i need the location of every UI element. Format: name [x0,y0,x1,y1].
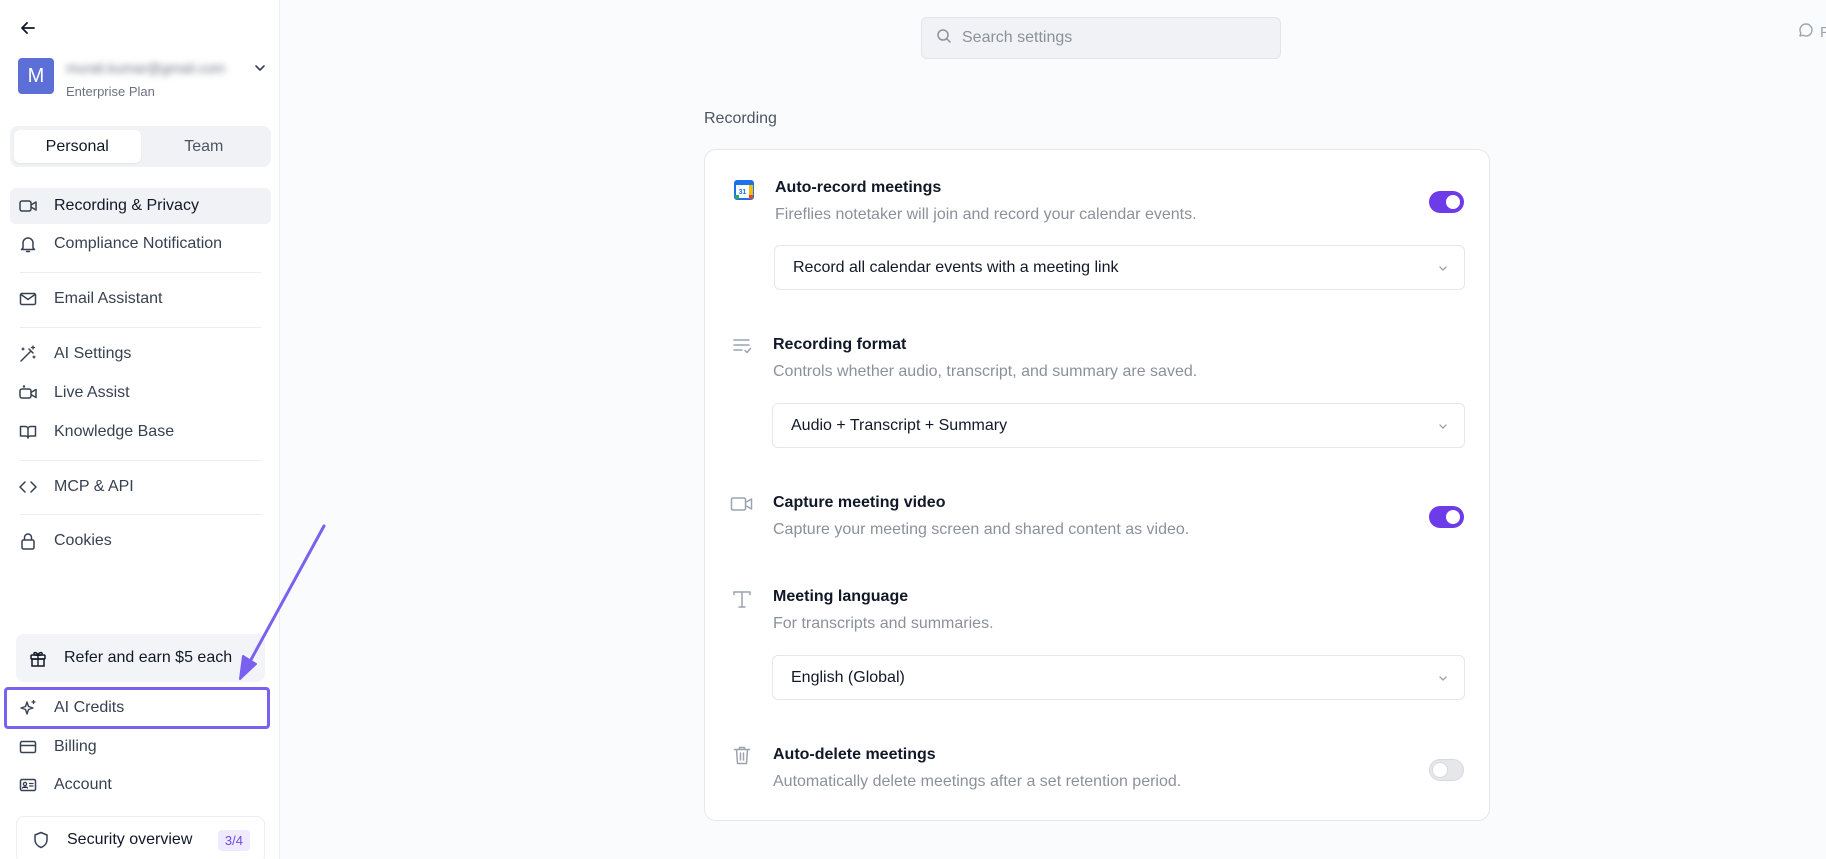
sidebar-item-label: MCP & API [54,478,134,495]
sidebar-item-email-assistant[interactable]: Email Assistant [10,281,271,317]
divider [20,460,262,461]
auto-record-select[interactable]: Record all calendar events with a meetin… [774,245,1465,290]
tab-personal[interactable]: Personal [14,130,141,163]
sidebar-item-label: AI Settings [54,345,132,362]
sidebar-item-billing[interactable]: Billing [10,729,271,765]
sidebar-item-compliance-notification[interactable]: Compliance Notification [10,226,271,262]
sidebar-item-account[interactable]: Account [10,767,271,803]
select-value: Record all calendar events with a meetin… [793,258,1119,276]
sidebar-item-live-assist[interactable]: Live Assist [10,375,271,411]
text-icon [730,587,754,611]
search-bar[interactable] [921,17,1281,59]
tab-team[interactable]: Team [141,130,268,163]
chevron-down-icon [1439,424,1447,429]
video-icon [18,196,38,216]
sidebar: M murali.kumar@gmail.com Enterprise Plan… [0,0,280,859]
code-icon [18,477,38,497]
sidebar-item-label: Email Assistant [54,290,163,307]
row-desc-capture-video: Capture your meeting screen and shared c… [773,521,1190,538]
gift-icon [28,648,48,668]
divider [20,272,262,273]
svg-text:31: 31 [739,189,747,196]
book-icon [18,422,38,442]
lock-icon [18,531,38,551]
chat-bubble-icon [1798,22,1814,42]
refer-and-earn-button[interactable]: Refer and earn $5 each [16,634,265,682]
google-calendar-icon: 31 [732,178,756,202]
row-desc-meeting-language: For transcripts and summaries. [773,615,994,632]
auto-delete-toggle[interactable] [1429,759,1464,781]
recording-format-select[interactable]: Audio + Transcript + Summary [772,403,1465,448]
row-title-capture-video: Capture meeting video [773,494,946,511]
sidebar-item-ai-settings[interactable]: AI Settings [10,336,271,372]
credit-card-icon [18,737,38,757]
account-switcher[interactable]: M murali.kumar@gmail.com Enterprise Plan [18,58,268,102]
feedback-button[interactable]: F [1798,22,1826,42]
sidebar-item-recording-privacy[interactable]: Recording & Privacy [10,188,271,224]
row-title-meeting-language: Meeting language [773,588,909,605]
meeting-language-select[interactable]: English (Global) [772,655,1465,700]
section-title: Recording [704,110,777,127]
sidebar-item-label: Compliance Notification [54,235,223,252]
avatar: M [18,58,54,94]
mail-icon [18,289,38,309]
live-video-icon [18,383,38,403]
row-title-auto-record: Auto-record meetings [775,179,942,196]
search-icon [936,28,952,49]
chevron-down-icon [1439,266,1447,271]
list-check-icon [730,334,754,358]
video-icon [730,492,754,516]
bell-icon [18,234,38,254]
sidebar-item-label: Recording & Privacy [54,197,199,214]
sidebar-item-knowledge-base[interactable]: Knowledge Base [10,414,271,450]
shield-icon [31,830,51,850]
auto-record-toggle[interactable] [1429,191,1464,213]
account-plan: Enterprise Plan [66,84,155,99]
id-card-icon [18,775,38,795]
highlight-box [4,687,270,729]
divider [20,327,262,328]
refer-label: Refer and earn $5 each [64,649,233,666]
status-badge: 3/4 [217,829,250,851]
sidebar-item-label: Cookies [54,532,112,549]
row-desc-auto-record: Fireflies notetaker will join and record… [775,206,1197,223]
sidebar-item-label: Live Assist [54,384,130,401]
select-value: Audio + Transcript + Summary [791,416,1008,434]
chevron-down-icon [1439,676,1447,681]
security-label: Security overview [67,831,193,848]
divider [20,514,262,515]
row-title-recording-format: Recording format [773,336,907,353]
security-overview[interactable]: Security overview 3/4 [16,816,265,859]
settings-card: 31 Auto-record meetings Fireflies noteta… [704,149,1490,821]
sidebar-item-label: Billing [54,738,97,755]
account-email: murali.kumar@gmail.com [66,60,225,76]
wand-icon [18,344,38,364]
sidebar-item-label: Account [54,776,112,793]
sidebar-item-mcp-api[interactable]: MCP & API [10,469,271,505]
row-desc-auto-delete: Automatically delete meetings after a se… [773,773,1182,790]
search-input[interactable] [962,29,1262,47]
back-arrow-icon[interactable] [16,16,40,40]
chevron-down-icon[interactable] [252,60,268,76]
select-value: English (Global) [791,668,905,686]
feedback-label: F [1820,23,1826,41]
trash-icon [730,743,754,767]
scope-tabs: Personal Team [10,126,271,167]
row-desc-recording-format: Controls whether audio, transcript, and … [773,363,1198,380]
sidebar-item-cookies[interactable]: Cookies [10,523,271,559]
capture-video-toggle[interactable] [1429,506,1464,528]
sidebar-item-label: Knowledge Base [54,423,175,440]
row-title-auto-delete: Auto-delete meetings [773,746,936,763]
